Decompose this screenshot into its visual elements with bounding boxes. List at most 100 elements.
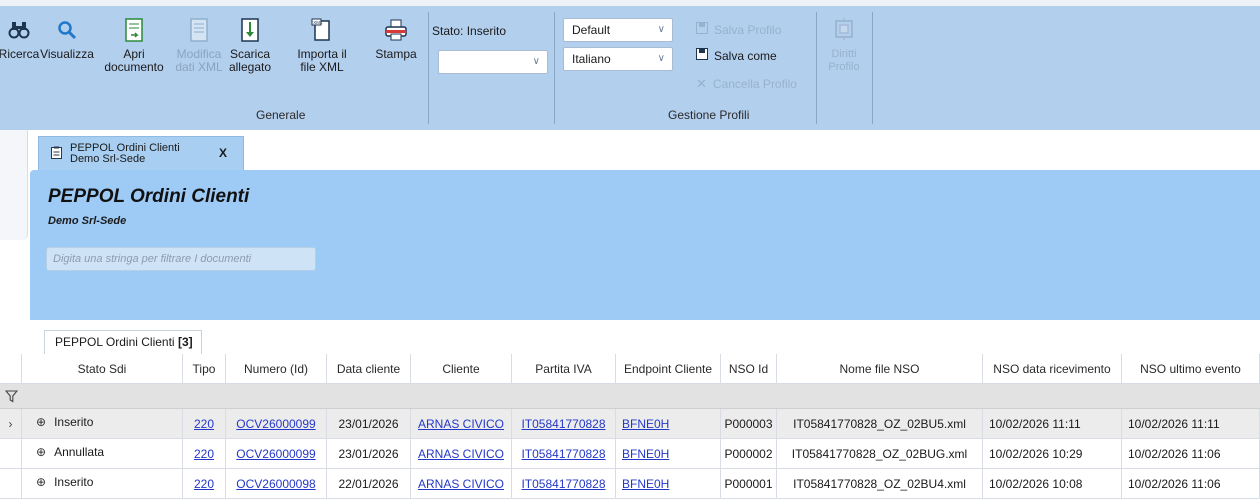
row-indicator [0,469,22,498]
document-tab-line2: Demo Srl-Sede [70,152,146,165]
numero-link[interactable]: OCV26000099 [236,447,315,461]
numero-link[interactable]: OCV26000099 [236,417,315,431]
filter-input[interactable] [46,247,316,271]
column-header-tipo[interactable]: Tipo [183,354,226,383]
cancella-profilo-label: Cancella Profilo [712,77,797,91]
expand-plus-icon[interactable]: ⊕ [36,445,46,459]
column-header-numero[interactable]: Numero (Id) [226,354,327,383]
cell-cliente: ARNAS CIVICO [411,469,512,498]
ribbon-separator [428,12,429,124]
column-header-cliente[interactable]: Cliente [411,354,512,383]
partita-iva-link[interactable]: IT05841770828 [521,417,605,431]
diritti-profilo-button[interactable]: Diritti Profilo [818,18,870,74]
salva-come-button[interactable]: Salva come [696,48,777,63]
tipo-link[interactable]: 220 [194,477,214,491]
cell-numero: OCV26000099 [226,439,327,468]
import-xml-icon: XML [311,18,333,42]
expand-plus-icon[interactable]: ⊕ [36,415,46,429]
clipboard-icon [51,146,62,162]
group-label-generale: Generale [256,108,306,122]
salva-profilo-label: Salva Profilo [714,22,782,37]
chevron-down-icon: ∨ [657,24,665,35]
stato-text: Annullata [54,445,105,459]
salva-profilo-button[interactable]: Salva Profilo [696,22,781,37]
cell-ultimo-evento: 10/02/2026 11:06 [1122,439,1260,468]
column-header-ultimo-evento[interactable]: NSO ultimo evento [1122,354,1260,383]
ricerca-button[interactable]: Ricerca [0,18,39,61]
modifica-dati-xml-button[interactable]: Modifica dati XML [172,18,226,74]
filter-icon[interactable] [0,384,22,408]
cliente-link[interactable]: ARNAS CIVICO [418,477,504,491]
grid-header-row: Stato Sdi Tipo Numero (Id) Data cliente … [0,354,1260,384]
column-header-endpoint[interactable]: Endpoint Cliente [616,354,721,383]
row-indicator [0,439,22,468]
close-icon: ✕ [696,76,707,91]
stampa-button[interactable]: Stampa [370,18,422,61]
language-select-value: Italiano [572,52,611,66]
numero-link[interactable]: OCV26000098 [236,477,315,491]
cell-ricevimento: 10/02/2026 10:08 [983,469,1122,498]
profile-select[interactable]: Default ∨ [563,18,673,42]
column-header-ricevimento[interactable]: NSO data ricevimento [983,354,1122,383]
ribbon-toolbar: Ricerca Visualizza Apri documento Modifi… [0,0,1260,130]
cell-numero: OCV26000098 [226,469,327,498]
table-row[interactable]: ⊕ Inserito 220 OCV26000098 22/01/2026 ARN… [0,469,1260,499]
scarica-allegato-button[interactable]: Scarica allegato [226,18,274,74]
cell-tipo: 220 [183,469,226,498]
cell-data: 23/01/2026 [327,409,411,438]
cancella-profilo-button[interactable]: ✕ Cancella Profilo [696,76,797,92]
importa-file-xml-button[interactable]: XML Importa il file XML [274,18,370,74]
endpoint-link[interactable]: BFNE0H [622,417,669,431]
expand-plus-icon[interactable]: ⊕ [36,475,46,489]
document-tab-title: PEPPOL Ordini Clienti Demo Srl-Sede [70,142,180,165]
cell-nso-id: P000003 [721,409,777,438]
permissions-icon [833,18,855,44]
cell-ultimo-evento: 10/02/2026 11:11 [1122,409,1260,438]
binoculars-icon [8,18,30,42]
partita-iva-link[interactable]: IT05841770828 [521,477,605,491]
tipo-link[interactable]: 220 [194,417,214,431]
cell-nome-file: IT05841770828_OZ_02BUG.xml [777,439,983,468]
endpoint-link[interactable]: BFNE0H [622,477,669,491]
cell-nome-file: IT05841770828_OZ_02BU4.xml [777,469,983,498]
row-indicator-icon: › [0,409,22,438]
endpoint-link[interactable]: BFNE0H [622,447,669,461]
cell-numero: OCV26000099 [226,409,327,438]
document-tab[interactable]: PEPPOL Ordini Clienti Demo Srl-Sede X [38,136,244,170]
apri-documento-button[interactable]: Apri documento [96,18,172,74]
chevron-down-icon: ∨ [657,53,665,64]
cell-partita-iva: IT05841770828 [512,469,616,498]
column-header-stato[interactable]: Stato Sdi [22,354,183,383]
column-header-nso-id[interactable]: NSO Id [721,354,777,383]
document-header-panel: PEPPOL Ordini Clienti Demo Srl-Sede [30,170,1260,320]
diritti-label-2: Profilo [828,61,860,73]
cell-nome-file: IT05841770828_OZ_02BU5.xml [777,409,983,438]
column-header-partita-iva[interactable]: Partita IVA [512,354,616,383]
language-select[interactable]: Italiano ∨ [563,47,673,71]
cell-ricevimento: 10/02/2026 10:29 [983,439,1122,468]
scarica-label-2: allegato [228,60,272,74]
grid-tab[interactable]: PEPPOL Ordini Clienti [3] [44,330,202,354]
ribbon-separator [872,12,873,124]
stato-label: Stato: Inserito [432,24,507,38]
table-row[interactable]: › ⊕ Inserito 220 OCV26000099 23/01/2026 A… [0,409,1260,439]
stato-select[interactable]: ∨ [438,50,548,74]
tipo-link[interactable]: 220 [194,447,214,461]
magnifier-icon [56,18,78,42]
column-header-data-cliente[interactable]: Data cliente [327,354,411,383]
cliente-link[interactable]: ARNAS CIVICO [418,447,504,461]
column-header-nome-file[interactable]: Nome file NSO [777,354,983,383]
page-subtitle: Demo Srl-Sede [48,215,127,227]
save-icon [696,22,708,37]
table-row[interactable]: ⊕ Annullata 220 OCV26000099 23/01/2026 AR… [0,439,1260,469]
open-document-icon [123,18,145,42]
diritti-label-1: Diritti [831,48,857,60]
edit-xml-icon [188,18,210,42]
partita-iva-link[interactable]: IT05841770828 [521,447,605,461]
stato-text: Inserito [54,475,94,489]
visualizza-button[interactable]: Visualizza [38,18,96,61]
cliente-link[interactable]: ARNAS CIVICO [418,417,504,431]
ribbon-separator [816,12,817,124]
cell-data: 23/01/2026 [327,439,411,468]
close-tab-button[interactable]: X [219,146,227,160]
